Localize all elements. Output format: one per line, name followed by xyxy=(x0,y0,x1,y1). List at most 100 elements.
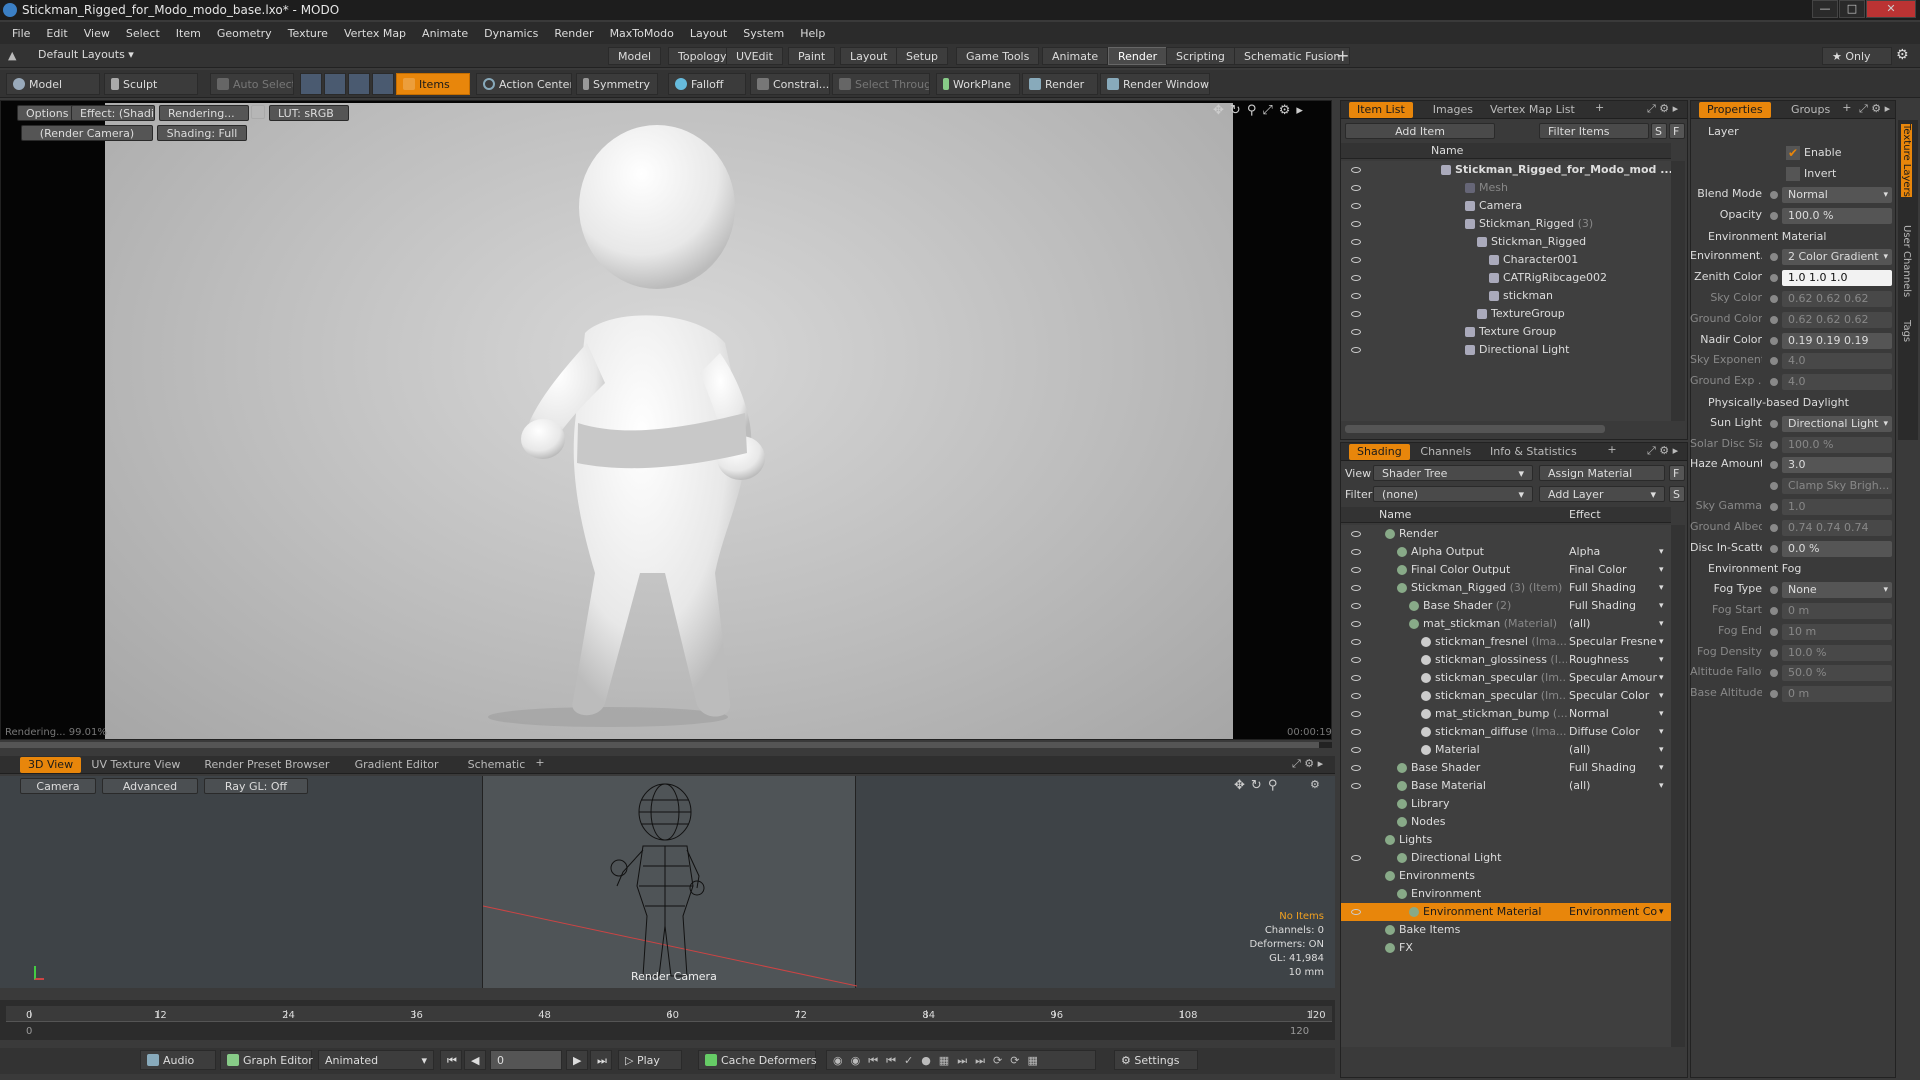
tab-uv-texture-view[interactable]: UV Texture View xyxy=(83,757,188,773)
menu-texture[interactable]: Texture xyxy=(280,27,336,40)
chevron-down-icon[interactable]: ▾ xyxy=(1659,687,1664,705)
prop-field-ground-albedo[interactable]: 0.74 0.74 0.74 xyxy=(1782,519,1892,536)
falloff-button[interactable]: Falloff xyxy=(668,73,746,95)
sculpt-button[interactable]: Sculpt xyxy=(104,73,198,95)
prop-field-sky-gamma[interactable]: 1.0 xyxy=(1782,499,1892,515)
camera-button[interactable]: Camera xyxy=(20,778,96,794)
prop-field-environment[interactable]: 2 Color Gradient ▾ xyxy=(1782,249,1892,266)
shader-row[interactable]: Render xyxy=(1341,525,1671,543)
tab-render-preset-browser[interactable]: Render Preset Browser xyxy=(196,757,337,773)
lower-panel-icons[interactable]: ⤢ ⚙ ▸ xyxy=(1292,757,1323,771)
shader-row[interactable]: Environment xyxy=(1341,885,1671,903)
item-row[interactable]: Stickman_Rigged (3) xyxy=(1341,215,1671,233)
eye-icon[interactable] xyxy=(1351,567,1361,573)
timeline[interactable]: 0 12 24 36 48 60 72 84 96 108 120 0 120 xyxy=(0,1000,1335,1040)
options-button[interactable]: Options xyxy=(17,105,78,121)
prop-field-solar-disc-size[interactable]: 100.0 % xyxy=(1782,436,1892,453)
shader-row[interactable]: Environment Material Environment Color▾ xyxy=(1341,903,1671,921)
frame-field[interactable]: 0 xyxy=(490,1050,562,1070)
step-forward-icon[interactable]: ▶ xyxy=(566,1050,588,1070)
shader-row[interactable]: stickman_diffuse (Ima... Diffuse Color ▾ xyxy=(1341,723,1671,741)
rendering-button[interactable]: Rendering... xyxy=(159,105,249,121)
effect-value[interactable]: Environment Color xyxy=(1569,903,1657,921)
tab-properties[interactable]: Properties xyxy=(1699,102,1771,118)
eye-icon[interactable] xyxy=(1351,221,1361,227)
prop-field-ground-color[interactable]: 0.62 0.62 0.62 xyxy=(1782,311,1892,328)
material-mode-icon[interactable] xyxy=(372,73,394,95)
prop-field-fog-start[interactable]: 0 m xyxy=(1782,603,1892,619)
lock-icon[interactable] xyxy=(251,105,265,119)
play-icon[interactable]: ▸ xyxy=(1296,103,1309,118)
s-button[interactable]: S xyxy=(1651,123,1667,139)
layout-tab-schematic-fusion[interactable]: Schematic Fusion xyxy=(1234,47,1351,65)
side-tab-texture-layers[interactable]: Texture Layers xyxy=(1901,124,1912,197)
lut-button[interactable]: LUT: sRGB xyxy=(269,105,349,121)
add-tab-icon[interactable]: + xyxy=(1842,101,1851,114)
properties-panel-icons[interactable]: ⤢ ⚙ ▸ xyxy=(1859,102,1890,116)
item-row[interactable]: Stickman_Rigged_for_Modo_mod ... xyxy=(1341,161,1671,179)
shader-tree-dropdown[interactable]: Shader Tree ▾ xyxy=(1373,465,1533,481)
effect-button[interactable]: Effect: (Shadi... xyxy=(71,105,155,121)
prop-knob-icon[interactable] xyxy=(1770,336,1778,345)
tab-channels[interactable]: Channels xyxy=(1412,444,1479,460)
3d-view[interactable]: Camera Advanced Ray GL: Off Render Camer… xyxy=(0,776,1335,988)
item-row[interactable]: Texture Group xyxy=(1341,323,1671,341)
move-icon[interactable]: ✥ xyxy=(1213,103,1230,118)
eye-icon[interactable] xyxy=(1351,275,1361,281)
item-row[interactable]: Camera xyxy=(1341,197,1671,215)
effect-value[interactable]: Diffuse Color xyxy=(1569,723,1657,741)
eye-icon[interactable] xyxy=(1351,657,1361,663)
eye-icon[interactable] xyxy=(1351,855,1361,861)
chevron-down-icon[interactable]: ▾ xyxy=(1659,741,1664,759)
eye-icon[interactable] xyxy=(1351,257,1361,263)
item-row[interactable]: Stickman_Rigged xyxy=(1341,233,1671,251)
shader-row[interactable]: stickman_fresnel (Ima... Specular Fresnel… xyxy=(1341,633,1671,651)
eye-icon[interactable] xyxy=(1351,603,1361,609)
chevron-down-icon[interactable]: ▾ xyxy=(1659,633,1664,651)
menu-animate[interactable]: Animate xyxy=(414,27,476,40)
prop-knob-icon[interactable] xyxy=(1770,607,1778,615)
add-tab-icon[interactable]: + xyxy=(1595,101,1604,114)
select-through-button[interactable]: Select Through xyxy=(832,73,930,95)
graph-editor-button[interactable]: Graph Editor xyxy=(220,1050,313,1070)
chevron-down-icon[interactable]: ▾ xyxy=(1659,705,1664,723)
prop-knob-icon[interactable] xyxy=(1770,627,1778,636)
layer-section-header[interactable]: Layer xyxy=(1708,124,1739,140)
add-tab-icon[interactable]: + xyxy=(1607,443,1616,456)
section-environment-material[interactable]: Environment Material xyxy=(1708,229,1826,245)
filter-dropdown[interactable]: (none) ▾ xyxy=(1373,486,1533,502)
cache-deformers-button[interactable]: Cache Deformers xyxy=(698,1050,817,1070)
zoom-icon[interactable]: ⚲ xyxy=(1268,778,1284,793)
effect-value[interactable]: (all) xyxy=(1569,741,1657,759)
play-button[interactable]: ▷ Play xyxy=(618,1050,682,1070)
tab-info-statistics[interactable]: Info & Statistics xyxy=(1482,444,1585,460)
animated-dropdown[interactable]: Animated ▾ xyxy=(318,1050,434,1070)
tab-vertex-map-list[interactable]: Vertex Map List xyxy=(1482,102,1583,118)
rotate-icon[interactable]: ↻ xyxy=(1251,778,1268,793)
goto-end-icon[interactable]: ⏭ xyxy=(590,1050,612,1070)
eye-icon[interactable] xyxy=(1351,239,1361,245)
close-icon[interactable]: ✕ xyxy=(1866,0,1916,18)
prop-knob-icon[interactable] xyxy=(1770,440,1778,449)
layout-tab-setup[interactable]: Setup xyxy=(896,47,949,65)
render-viewport[interactable]: Options Effect: (Shadi... Rendering... L… xyxy=(0,100,1332,740)
menu-maxtomodo[interactable]: MaxToModo xyxy=(602,27,682,40)
prop-field-clamp-sky-brigh[interactable]: Clamp Sky Brigh... xyxy=(1782,478,1892,495)
side-tab-user-channels[interactable]: User Channels xyxy=(1901,225,1912,297)
prop-field-opacity[interactable]: 100.0 % xyxy=(1782,207,1892,224)
chevron-down-icon[interactable]: ▾ xyxy=(1659,615,1664,633)
tab-shading[interactable]: Shading xyxy=(1349,444,1410,460)
chevron-down-icon[interactable]: ▾ xyxy=(1659,561,1664,579)
layout-arrow-icon[interactable]: ▲ xyxy=(8,49,16,62)
assign-material-button[interactable]: Assign Material xyxy=(1539,465,1665,481)
prop-field-ground-exp[interactable]: 4.0 xyxy=(1782,374,1892,391)
auto-select-button[interactable]: Auto Select xyxy=(210,73,294,95)
menu-layout[interactable]: Layout xyxy=(682,27,735,40)
eye-icon[interactable] xyxy=(1351,203,1361,209)
settings-icon[interactable]: ⚙ xyxy=(1279,103,1297,118)
item-list-hscrollbar[interactable] xyxy=(1345,425,1605,433)
prop-field-sun-light[interactable]: Directional Light ▾ xyxy=(1782,415,1892,432)
eye-icon[interactable] xyxy=(1351,621,1361,627)
shader-row[interactable]: Base Shader (2) Full Shading ▾ xyxy=(1341,597,1671,615)
eye-icon[interactable] xyxy=(1351,711,1361,717)
